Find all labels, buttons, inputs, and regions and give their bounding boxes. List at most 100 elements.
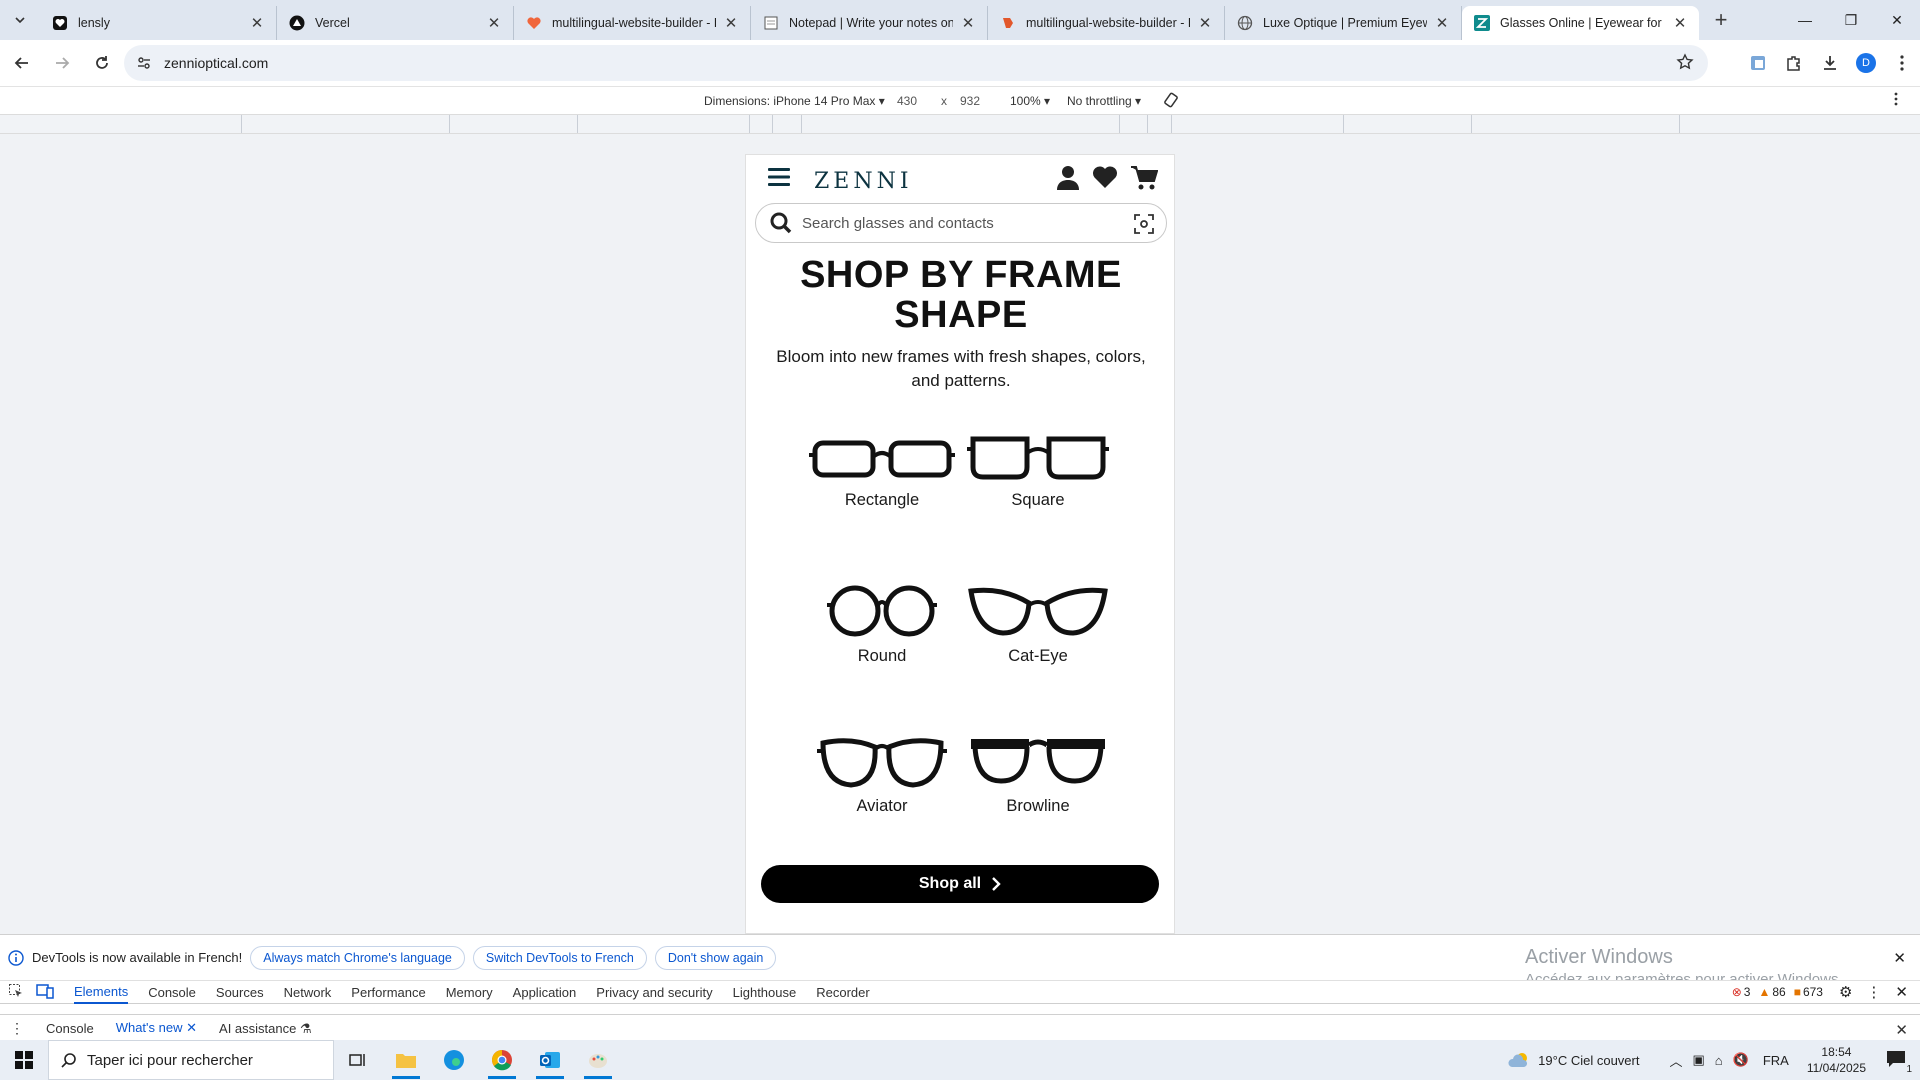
media-query-ruler[interactable] (0, 114, 1920, 134)
drawer-tab-console[interactable]: Console (46, 1015, 94, 1043)
error-count[interactable]: 3 (1744, 985, 1751, 999)
outlook-icon[interactable] (526, 1040, 574, 1080)
devtools-tab-network[interactable]: Network (284, 980, 332, 1004)
device-toolbar-menu-icon[interactable] (1894, 92, 1898, 109)
close-icon[interactable]: ✕ (1196, 14, 1214, 32)
browser-tab[interactable]: Vercel ✕ (277, 6, 514, 40)
close-drawer-icon[interactable]: ✕ (1895, 1021, 1908, 1039)
devtools-tab-sources[interactable]: Sources (216, 980, 264, 1004)
new-tab-button[interactable]: + (1703, 2, 1739, 38)
meet-now-icon[interactable]: ▣ (1692, 1052, 1704, 1068)
zenni-logo[interactable]: ZENNI (814, 169, 913, 194)
language-indicator[interactable]: FRA (1763, 1053, 1789, 1068)
shape-browline-link[interactable]: Browline (948, 733, 1128, 843)
close-window-icon[interactable]: ✕ (1874, 0, 1920, 40)
rotate-icon[interactable] (1162, 91, 1180, 112)
issues-count[interactable]: 673 (1803, 985, 1823, 999)
browline-glasses-icon (971, 739, 1105, 784)
browser-tab[interactable]: lensly ✕ (40, 6, 277, 40)
taskbar-search-input[interactable]: Taper ici pour rechercher (48, 1040, 334, 1080)
zoom-select[interactable]: 100% ▾ (1010, 94, 1050, 108)
devtools-tab-console[interactable]: Console (148, 980, 196, 1004)
profile-avatar[interactable]: D (1848, 45, 1884, 81)
account-icon[interactable] (1056, 165, 1080, 191)
translate-extension-icon[interactable] (1740, 45, 1776, 81)
devtools-tab-elements[interactable]: Elements (74, 980, 129, 1004)
browser-tab-active[interactable]: Glasses Online | Eyewear for Ev ✕ (1462, 6, 1699, 40)
browser-tab[interactable]: Luxe Optique | Premium Eyewe ✕ (1225, 6, 1462, 40)
device-dimensions-select[interactable]: Dimensions: iPhone 14 Pro Max ▾ (704, 94, 885, 108)
close-devtools-icon[interactable]: ✕ (1895, 983, 1908, 1001)
volume-muted-icon[interactable]: 🔇 (1733, 1052, 1749, 1068)
reload-button[interactable] (84, 45, 120, 81)
shape-cat-eye-link[interactable]: Cat-Eye (948, 583, 1128, 693)
browser-tab[interactable]: multilingual-website-builder - P ✕ (988, 6, 1225, 40)
settings-gear-icon[interactable]: ⚙ (1839, 983, 1852, 1001)
cart-icon[interactable] (1130, 165, 1158, 191)
drawer-menu-icon[interactable]: ⋮ (10, 1020, 24, 1037)
tray-expand-icon[interactable]: ︿ (1669, 1051, 1682, 1070)
devtools-tab-recorder[interactable]: Recorder (816, 980, 869, 1004)
back-button[interactable] (4, 45, 40, 81)
shape-square-link[interactable]: Square (948, 433, 1128, 543)
bookmark-star-icon[interactable] (1676, 53, 1694, 71)
chevron-right-icon (992, 877, 1001, 891)
restore-icon[interactable]: ❐ (1828, 0, 1874, 40)
site-info-icon[interactable] (136, 55, 152, 71)
minimize-icon[interactable]: — (1782, 0, 1828, 40)
shape-round-link[interactable]: Round (792, 583, 972, 693)
close-icon[interactable]: ✕ (485, 14, 503, 32)
close-icon[interactable]: ✕ (722, 14, 740, 32)
browser-menu-icon[interactable] (1884, 45, 1920, 81)
dont-show-again-button[interactable]: Don't show again (654, 945, 777, 970)
close-icon[interactable]: ✕ (186, 1020, 197, 1036)
devtools-tab-memory[interactable]: Memory (446, 980, 493, 1004)
extensions-puzzle-icon[interactable] (1776, 45, 1812, 81)
browser-tab[interactable]: Notepad | Write your notes onl ✕ (751, 6, 988, 40)
devtools-menu-icon[interactable]: ⋮ (1866, 983, 1881, 1001)
paint-app-icon[interactable] (574, 1040, 622, 1080)
visual-search-scan-icon[interactable] (1134, 214, 1154, 234)
notification-center-icon[interactable]: 1 (1886, 1050, 1912, 1075)
zoom-label: 100% (1010, 94, 1041, 108)
windows-start-icon[interactable] (0, 1040, 48, 1080)
devtools-tab-performance[interactable]: Performance (351, 980, 425, 1004)
inspect-element-icon[interactable] (8, 983, 24, 1002)
warning-count[interactable]: 86 (1772, 985, 1785, 999)
throttling-select[interactable]: No throttling ▾ (1067, 94, 1141, 108)
browser-tab[interactable]: multilingual-website-builder - L ✕ (514, 6, 751, 40)
match-language-button[interactable]: Always match Chrome's language (250, 945, 465, 970)
shape-aviator-link[interactable]: Aviator (792, 733, 972, 843)
close-infobar-icon[interactable]: ✕ (1893, 949, 1906, 967)
wishlist-heart-icon[interactable] (1092, 165, 1118, 189)
close-icon[interactable]: ✕ (1671, 14, 1689, 32)
file-explorer-icon[interactable] (382, 1040, 430, 1080)
devtools-tab-lighthouse[interactable]: Lighthouse (733, 980, 797, 1004)
edge-icon[interactable] (430, 1040, 478, 1080)
weather-text[interactable]: 19°C Ciel couvert (1538, 1053, 1639, 1068)
close-icon[interactable]: ✕ (959, 14, 977, 32)
close-icon[interactable]: ✕ (1433, 14, 1451, 32)
forward-button[interactable] (44, 45, 80, 81)
device-height-input[interactable]: 932 (960, 94, 980, 108)
switch-to-french-button[interactable]: Switch DevTools to French (472, 945, 647, 970)
drawer-tab-whats-new[interactable]: What's new ✕ (115, 1015, 198, 1043)
device-width-input[interactable]: 430 (897, 94, 917, 108)
devtools-tab-application[interactable]: Application (513, 980, 577, 1004)
shop-all-button[interactable]: Shop all (761, 865, 1159, 903)
devtools-tab-privacy[interactable]: Privacy and security (596, 980, 712, 1004)
chrome-icon[interactable] (478, 1040, 526, 1080)
site-search-input[interactable]: Search glasses and contacts (755, 203, 1167, 243)
shape-rectangle-link[interactable]: Rectangle (792, 433, 972, 543)
clock[interactable]: 18:54 11/04/2025 (1807, 1044, 1866, 1076)
tab-search-button[interactable] (0, 0, 40, 40)
devtools-status: ⊗ 3 ▲ 86 ■ 673 ⚙ ⋮ ✕ (1732, 980, 1920, 1004)
close-icon[interactable]: ✕ (248, 14, 266, 32)
network-icon[interactable]: ⌂ (1715, 1053, 1723, 1068)
download-icon[interactable] (1812, 45, 1848, 81)
address-bar[interactable]: zennioptical.com (124, 45, 1708, 81)
task-view-icon[interactable] (334, 1040, 382, 1080)
hamburger-menu-icon[interactable] (768, 167, 790, 187)
drawer-tab-ai-assistance[interactable]: AI assistance ⚗ (219, 1015, 312, 1043)
device-mode-icon[interactable] (36, 983, 54, 1002)
